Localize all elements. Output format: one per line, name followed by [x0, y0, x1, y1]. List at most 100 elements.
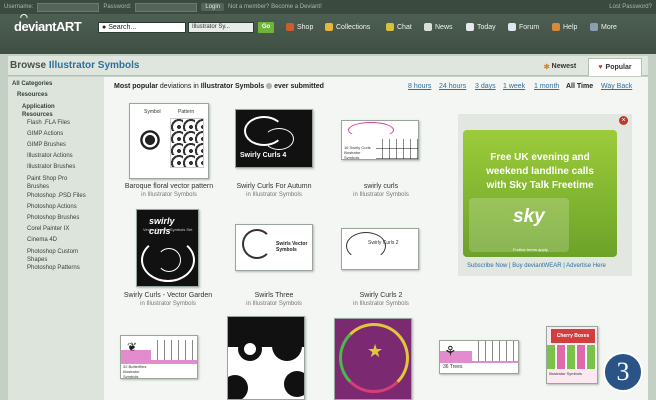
thumb-butterflies[interactable]: ❦ 32 Butterflies Illustrator Symbols — [120, 335, 198, 379]
tab-popular[interactable]: ♥ Popular — [588, 58, 642, 76]
sidebar-item[interactable]: Flash .FLA Files — [27, 120, 70, 126]
sidebar-item[interactable]: Illustrator Brushes — [27, 164, 75, 170]
thumb-swirly-curls[interactable]: 16 Swirly Curls Illustrator Symbols — [341, 120, 419, 160]
thumb-title[interactable]: Swirly Curls 2 — [321, 292, 441, 299]
shop-icon — [286, 23, 294, 31]
thumb-title[interactable]: Swirly Curls For Autumn — [214, 183, 334, 190]
damask-symbol-graphic — [137, 120, 163, 160]
symbol-grid-graphic — [472, 341, 518, 361]
logo-mark-icon: ◠ — [20, 12, 28, 22]
tab-label: Popular — [605, 64, 632, 71]
sidebar-item[interactable]: Cinema 4D — [27, 237, 57, 243]
thumb-cherry-boxes[interactable]: Cherry Boxes Illustrator Symbols — [546, 326, 598, 384]
thumb-swirly-curls-2[interactable]: Swirly Curls 2 — [341, 228, 419, 270]
title-category[interactable]: Illustrator Symbols — [49, 60, 140, 71]
sidebar-item-all[interactable]: All Categories — [12, 81, 52, 87]
thumb-category[interactable]: in Illustrator Symbols — [108, 301, 228, 307]
thumb-baroque-floral[interactable]: Symbol Pattern — [129, 103, 209, 179]
thumb-label: Symbol — [144, 109, 161, 115]
ad-footer-links[interactable]: Subscribe Now | Buy deviantWEAR | Advert… — [467, 263, 606, 269]
more-icon — [590, 23, 598, 31]
thumb-title[interactable]: Swirly Curls - Vector Garden — [108, 292, 228, 299]
thumb-title[interactable]: Swirls Three — [214, 292, 334, 299]
ad-headline-2: weekend landline calls — [486, 166, 594, 177]
butterfly-icon: ❦ — [127, 340, 138, 354]
search-category-select[interactable]: Illustrator Sy... — [188, 22, 254, 33]
thumb-swirls-three[interactable]: Swirls Vector Symbols — [235, 224, 313, 271]
circle-graphic — [238, 337, 262, 361]
login-button[interactable]: Login — [201, 3, 225, 11]
filter-all-time[interactable]: All Time — [566, 83, 593, 90]
nav-label: News — [435, 23, 453, 31]
filter-1-week[interactable]: 1 week — [503, 83, 525, 90]
thumb-label: 32 Butterflies Illustrator Symbols — [123, 364, 147, 379]
nav-chat[interactable]: Chat — [386, 23, 412, 31]
deviantart-logo[interactable]: ◠ deviantART — [14, 12, 82, 34]
signup-link[interactable]: Not a member? Become a Deviant! — [228, 4, 322, 10]
thumb-black-circles[interactable] — [227, 316, 305, 400]
thumb-label: Cherry Boxes — [551, 329, 595, 343]
username-field[interactable] — [37, 2, 100, 12]
sidebar-item[interactable]: Photoshop Patterns — [27, 265, 80, 271]
lost-password-link[interactable]: Lost Password? — [609, 4, 652, 10]
sidebar-item[interactable]: Photoshop .PSD Files — [27, 193, 86, 199]
symbol-grid-graphic — [376, 139, 418, 159]
sidebar-item[interactable]: Photoshop Actions — [27, 204, 77, 210]
thumb-title[interactable]: swirly curls — [321, 183, 441, 190]
filter-way-back[interactable]: Way Back — [601, 83, 632, 90]
sort-description: Most popular deviations in Illustrator S… — [114, 83, 324, 90]
swirl-graphic — [264, 128, 294, 150]
thumb-category[interactable]: in Illustrator Symbols — [321, 192, 441, 198]
sidebar-item[interactable]: Paint Shop Pro Brushes — [27, 175, 87, 191]
swirl-graphic — [346, 232, 386, 260]
thumb-category[interactable]: in Illustrator Symbols — [214, 192, 334, 198]
sidebar-item-resources[interactable]: Resources — [17, 92, 48, 98]
today-icon — [466, 23, 474, 31]
sidebar-item[interactable]: Photoshop Custom Shapes — [27, 248, 87, 264]
ad-headline-1: Free UK evening and — [490, 152, 590, 163]
filter-1-month[interactable]: 1 month — [534, 83, 559, 90]
ad-headline-3: with Sky Talk Freetime — [486, 180, 594, 191]
thumb-category[interactable]: in Illustrator Symbols — [214, 301, 334, 307]
username-label: Username: — [4, 4, 34, 10]
sidebar-item[interactable]: Illustrator Actions — [27, 153, 73, 159]
info-icon[interactable] — [266, 83, 273, 90]
nav-collections[interactable]: Collections — [325, 23, 370, 31]
title-prefix: Browse — [10, 60, 47, 71]
filter-24-hours[interactable]: 24 hours — [439, 83, 466, 90]
circle-graphic — [228, 375, 248, 399]
thumb-colorful-stars[interactable]: ★ — [334, 318, 412, 400]
thumb-category[interactable]: in Illustrator Symbols — [321, 301, 441, 307]
login-bar: Username: Password: Login Not a member? … — [0, 0, 656, 14]
password-label: Password: — [103, 4, 132, 10]
damask-pattern-graphic — [170, 118, 204, 168]
nav-forum[interactable]: Forum — [508, 23, 539, 31]
thumb-title[interactable]: Baroque floral vector pattern — [109, 183, 229, 190]
thumb-label: swirly curls — [149, 216, 175, 236]
sidebar-item[interactable]: GIMP Brushes — [27, 142, 66, 148]
tab-label: Newest — [551, 63, 577, 70]
sidebar-item[interactable]: Corel Painter IX — [27, 226, 69, 232]
sidebar-item[interactable]: GIMP Actions — [27, 131, 63, 137]
thumb-vector-garden[interactable]: swirly curls Vector Garden Symbols Set — [136, 209, 199, 287]
sidebar-item-app-resources[interactable]: Application Resources — [22, 103, 72, 119]
nav-more[interactable]: More — [590, 23, 617, 31]
site-header — [0, 14, 656, 54]
nav-news[interactable]: News — [424, 23, 453, 31]
nav-shop[interactable]: Shop — [286, 23, 313, 31]
password-field[interactable] — [135, 2, 198, 12]
nav-today[interactable]: Today — [466, 23, 496, 31]
search-input[interactable]: ● Search... — [98, 22, 186, 33]
go-button[interactable]: Go — [258, 22, 274, 33]
sidebar-item[interactable]: Photoshop Brushes — [27, 215, 79, 221]
filter-3-days[interactable]: 3 days — [475, 83, 496, 90]
thumb-trees[interactable]: ⚘ 36 Trees — [439, 340, 519, 374]
tab-newest[interactable]: ✻ Newest — [535, 59, 585, 74]
thumb-label: 16 Swirly Curls Illustrator Symbols — [344, 145, 371, 160]
star-icon: ★ — [367, 341, 384, 361]
thumb-swirly-curls-autumn[interactable]: Swirly Curls 4 — [235, 109, 313, 168]
thumb-category[interactable]: in Illustrator Symbols — [109, 192, 229, 198]
filter-8-hours[interactable]: 8 hours — [408, 83, 431, 90]
close-icon[interactable]: × — [619, 116, 628, 125]
nav-help[interactable]: Help — [552, 23, 577, 31]
